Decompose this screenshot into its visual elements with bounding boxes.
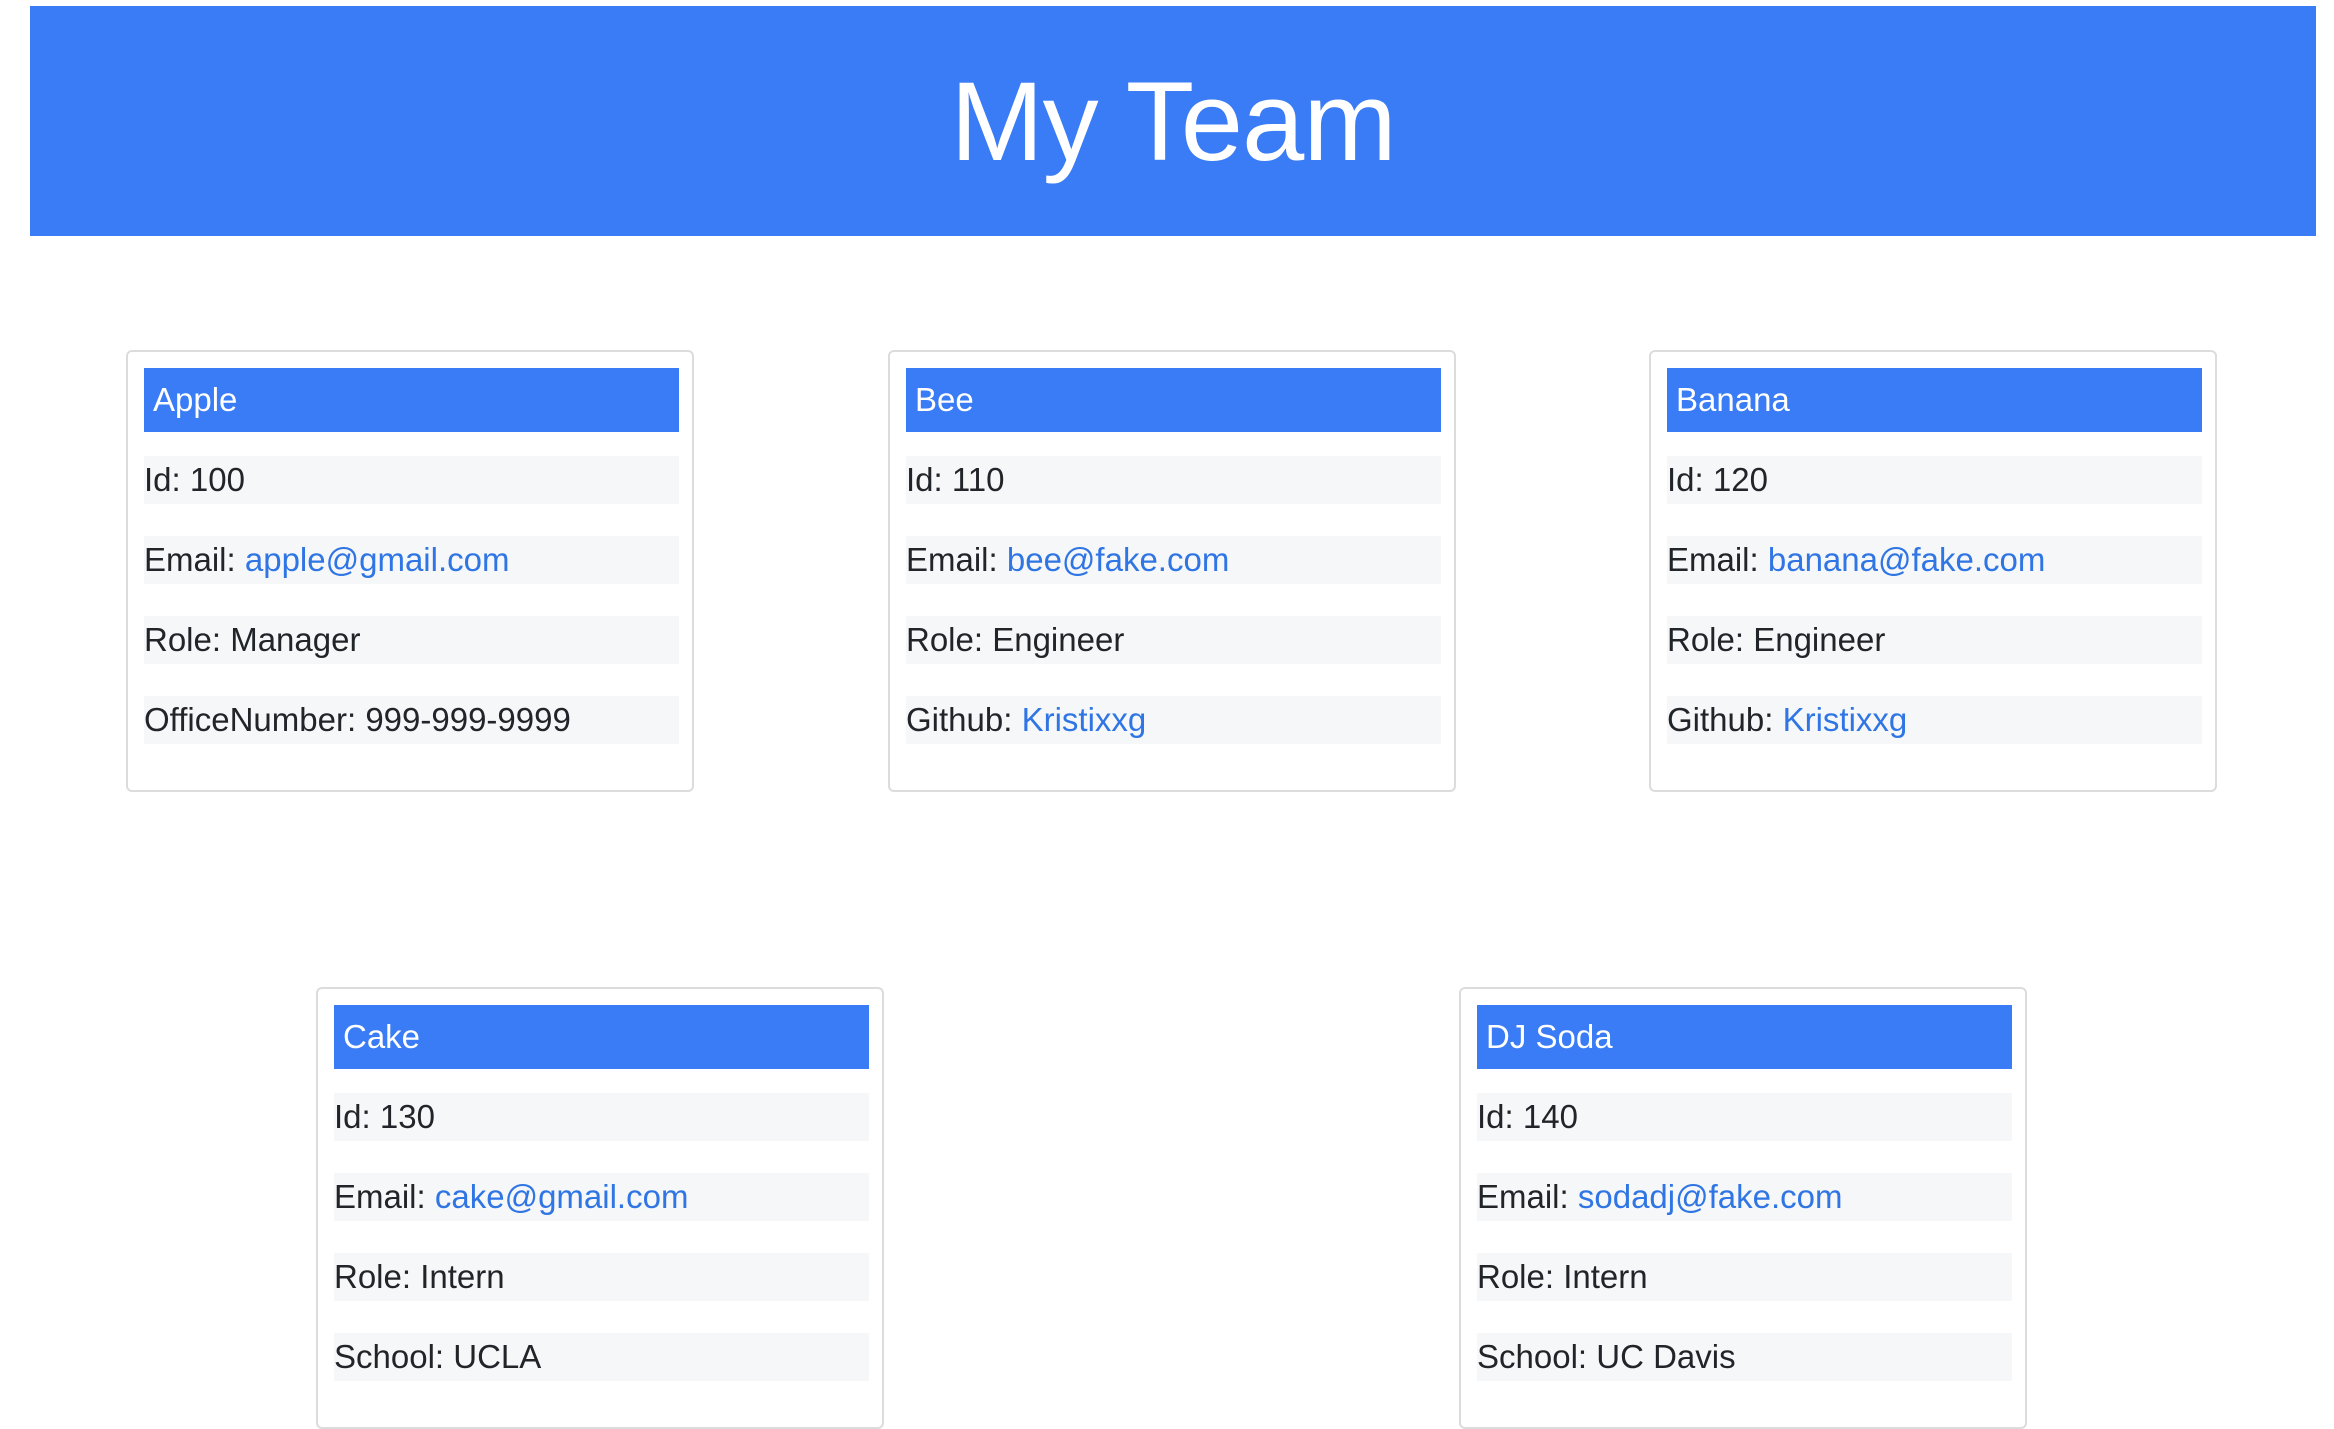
employee-id-row: Id: 120 xyxy=(1667,456,2202,504)
school-value: UC Davis xyxy=(1596,1338,1736,1375)
employee-school-row: School: UC Davis xyxy=(1477,1333,2012,1381)
employee-name: Banana xyxy=(1667,368,2202,432)
employee-card: Bee Id: 110 Email: bee@fake.com Role: En… xyxy=(888,350,1456,792)
employee-id-row: Id: 100 xyxy=(144,456,679,504)
employee-card: Apple Id: 100 Email: apple@gmail.com Rol… xyxy=(126,350,694,792)
employee-role-row: Role: Intern xyxy=(1477,1253,2012,1301)
office-label: OfficeNumber: xyxy=(144,701,366,738)
role-label: Role: xyxy=(1667,621,1754,658)
role-label: Role: xyxy=(906,621,993,658)
role-value: Intern xyxy=(420,1258,505,1295)
employee-office-row: OfficeNumber: 999-999-9999 xyxy=(144,696,679,744)
role-label: Role: xyxy=(1477,1258,1564,1295)
employee-github-row: Github: Kristixxg xyxy=(906,696,1441,744)
github-link[interactable]: Kristixxg xyxy=(1022,701,1147,738)
employee-name: Apple xyxy=(144,368,679,432)
id-value: 130 xyxy=(379,1098,435,1135)
id-value: 120 xyxy=(1712,461,1768,498)
email-link[interactable]: apple@gmail.com xyxy=(245,541,510,578)
role-label: Role: xyxy=(144,621,231,658)
email-label: Email: xyxy=(1667,541,1768,578)
employee-name: DJ Soda xyxy=(1477,1005,2012,1069)
id-label: Id: xyxy=(1667,461,1713,498)
role-label: Role: xyxy=(334,1258,421,1295)
employee-name: Cake xyxy=(334,1005,869,1069)
github-label: Github: xyxy=(906,701,1022,738)
id-label: Id: xyxy=(1477,1098,1523,1135)
employee-email-row: Email: sodadj@fake.com xyxy=(1477,1173,2012,1221)
github-label: Github: xyxy=(1667,701,1783,738)
id-label: Id: xyxy=(906,461,952,498)
email-link[interactable]: sodadj@fake.com xyxy=(1578,1178,1843,1215)
id-value: 110 xyxy=(951,461,1005,498)
employee-card: Banana Id: 120 Email: banana@fake.com Ro… xyxy=(1649,350,2217,792)
id-value: 140 xyxy=(1522,1098,1578,1135)
id-label: Id: xyxy=(144,461,190,498)
role-value: Engineer xyxy=(1753,621,1886,658)
employee-id-row: Id: 130 xyxy=(334,1093,869,1141)
email-label: Email: xyxy=(144,541,245,578)
id-value: 100 xyxy=(189,461,245,498)
employee-email-row: Email: bee@fake.com xyxy=(906,536,1441,584)
email-label: Email: xyxy=(906,541,1007,578)
page-header: My Team xyxy=(30,6,2316,236)
employee-role-row: Role: Engineer xyxy=(906,616,1441,664)
employee-id-row: Id: 140 xyxy=(1477,1093,2012,1141)
page-title: My Team xyxy=(950,58,1396,184)
employee-email-row: Email: cake@gmail.com xyxy=(334,1173,869,1221)
employee-role-row: Role: Manager xyxy=(144,616,679,664)
employee-id-row: Id: 110 xyxy=(906,456,1441,504)
school-label: School: xyxy=(1477,1338,1597,1375)
email-link[interactable]: cake@gmail.com xyxy=(435,1178,689,1215)
employee-github-row: Github: Kristixxg xyxy=(1667,696,2202,744)
employee-card: Cake Id: 130 Email: cake@gmail.com Role:… xyxy=(316,987,884,1429)
employee-role-row: Role: Engineer xyxy=(1667,616,2202,664)
employee-card: DJ Soda Id: 140 Email: sodadj@fake.com R… xyxy=(1459,987,2027,1429)
email-label: Email: xyxy=(1477,1178,1578,1215)
role-value: Manager xyxy=(230,621,361,658)
role-value: Engineer xyxy=(992,621,1125,658)
employee-name: Bee xyxy=(906,368,1441,432)
github-link[interactable]: Kristixxg xyxy=(1783,701,1908,738)
school-value: UCLA xyxy=(453,1338,542,1375)
email-label: Email: xyxy=(334,1178,435,1215)
role-value: Intern xyxy=(1563,1258,1648,1295)
id-label: Id: xyxy=(334,1098,380,1135)
employee-school-row: School: UCLA xyxy=(334,1333,869,1381)
employee-role-row: Role: Intern xyxy=(334,1253,869,1301)
office-number: 999-999-9999 xyxy=(365,701,571,738)
email-link[interactable]: banana@fake.com xyxy=(1768,541,2046,578)
employee-email-row: Email: banana@fake.com xyxy=(1667,536,2202,584)
employee-email-row: Email: apple@gmail.com xyxy=(144,536,679,584)
email-link[interactable]: bee@fake.com xyxy=(1007,541,1229,578)
school-label: School: xyxy=(334,1338,454,1375)
